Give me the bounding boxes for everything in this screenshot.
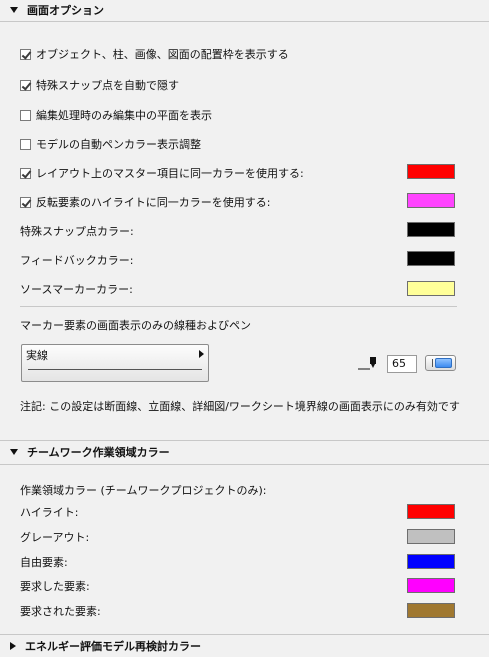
- grayout-label: グレーアウト:: [20, 531, 90, 544]
- checkbox-row-hide-snap[interactable]: 特殊スナップ点を自動で隠す: [20, 76, 179, 94]
- checkbox-row-master-color[interactable]: レイアウト上のマスター項目に同一カラーを使用する:: [20, 164, 304, 182]
- checkbox-label: モデルの自動ペンカラー表示調整: [36, 138, 201, 151]
- collapse-triangle-icon[interactable]: [10, 7, 18, 13]
- grayout-row: グレーアウト:: [20, 528, 89, 546]
- marker-line-label: マーカー要素の画面表示のみの線種およびペン: [20, 319, 251, 332]
- checkbox-row-highlight-color[interactable]: 反転要素のハイライトに同一カラーを使用する:: [20, 193, 271, 211]
- divider: [0, 21, 489, 22]
- free-element-swatch[interactable]: [407, 554, 455, 569]
- checkbox-label: 反転要素のハイライトに同一カラーを使用する:: [36, 196, 271, 209]
- divider: [20, 306, 457, 307]
- note-text: 注記: この設定は断面線、立面線、詳細図/ワークシート境界線の画面表示にのみ有効…: [20, 400, 460, 413]
- checkbox[interactable]: [20, 109, 31, 121]
- source-marker-color-swatch[interactable]: [407, 281, 455, 296]
- checkbox-label: 特殊スナップ点を自動で隠す: [36, 79, 179, 92]
- snap-color-row: 特殊スナップ点カラー:: [20, 222, 134, 240]
- snap-color-label: 特殊スナップ点カラー:: [20, 225, 134, 238]
- feedback-color-label: フィードバックカラー:: [20, 254, 134, 267]
- checkbox-label: 編集処理時のみ編集中の平面を表示: [36, 109, 212, 122]
- screen-options-header[interactable]: 画面オプション: [0, 0, 489, 20]
- pen-number-field[interactable]: 65: [387, 355, 417, 373]
- divider: [0, 464, 489, 465]
- marker-line-label-row: マーカー要素の画面表示のみの線種およびペン: [20, 316, 251, 334]
- energy-header[interactable]: エネルギー評価モデル再検討カラー: [0, 636, 489, 656]
- highlight-label: ハイライト:: [20, 506, 79, 519]
- requested-by-others-row: 要求された要素:: [20, 602, 101, 620]
- line-type-preview: [28, 369, 202, 370]
- note-row: 注記: この設定は断面線、立面線、詳細図/ワークシート境界線の画面表示にのみ有効…: [20, 397, 460, 415]
- divider: [0, 634, 489, 635]
- teamwork-subtitle: 作業領域カラー (チームワークプロジェクトのみ):: [20, 484, 267, 497]
- checkbox-label: オブジェクト、柱、画像、図面の配置枠を表示する: [36, 48, 289, 61]
- toggle-tick-icon: [432, 359, 433, 367]
- checkbox-row-edit-plane[interactable]: 編集処理時のみ編集中の平面を表示: [20, 106, 212, 124]
- dropdown-arrow-icon: [199, 350, 204, 358]
- grayout-swatch[interactable]: [407, 529, 455, 544]
- expand-triangle-icon[interactable]: [10, 642, 16, 650]
- source-marker-color-row: ソースマーカーカラー:: [20, 280, 133, 298]
- teamwork-subtitle-row: 作業領域カラー (チームワークプロジェクトのみ):: [20, 481, 266, 499]
- teamwork-title: チームワーク作業領域カラー: [27, 446, 170, 459]
- checkbox[interactable]: [20, 167, 31, 179]
- requested-by-others-label: 要求された要素:: [20, 605, 101, 618]
- checkbox-label: レイアウト上のマスター項目に同一カラーを使用する:: [36, 167, 304, 180]
- free-element-row: 自由要素:: [20, 553, 68, 571]
- line-type-value: 実線: [26, 349, 48, 362]
- checkbox[interactable]: [20, 79, 31, 91]
- checkbox[interactable]: [20, 196, 31, 208]
- highlight-swatch[interactable]: [407, 504, 455, 519]
- highlight-row: ハイライト:: [20, 503, 79, 521]
- source-marker-color-label: ソースマーカーカラー:: [20, 283, 133, 296]
- snap-color-swatch[interactable]: [407, 222, 455, 237]
- requested-element-row: 要求した要素:: [20, 577, 90, 595]
- highlight-color-swatch[interactable]: [407, 193, 455, 208]
- free-element-label: 自由要素:: [20, 556, 68, 569]
- requested-element-label: 要求した要素:: [20, 580, 90, 593]
- checkbox[interactable]: [20, 138, 31, 150]
- energy-title: エネルギー評価モデル再検討カラー: [25, 640, 201, 653]
- screen-options-title: 画面オプション: [27, 4, 104, 17]
- divider: [0, 440, 489, 441]
- line-type-dropdown[interactable]: 実線: [21, 344, 209, 382]
- checkbox-row-auto-pen[interactable]: モデルの自動ペンカラー表示調整: [20, 135, 201, 153]
- collapse-triangle-icon[interactable]: [10, 449, 18, 455]
- feedback-color-row: フィードバックカラー:: [20, 251, 134, 269]
- checkbox[interactable]: [20, 48, 31, 60]
- pen-icon: [358, 357, 376, 370]
- requested-by-others-swatch[interactable]: [407, 603, 455, 618]
- feedback-color-swatch[interactable]: [407, 251, 455, 266]
- requested-element-swatch[interactable]: [407, 578, 455, 593]
- master-color-swatch[interactable]: [407, 164, 455, 179]
- toggle-knob-icon: [435, 358, 452, 368]
- pen-toggle-button[interactable]: [425, 355, 456, 371]
- checkbox-row-show-frames[interactable]: オブジェクト、柱、画像、図面の配置枠を表示する: [20, 45, 289, 63]
- teamwork-header[interactable]: チームワーク作業領域カラー: [0, 442, 489, 462]
